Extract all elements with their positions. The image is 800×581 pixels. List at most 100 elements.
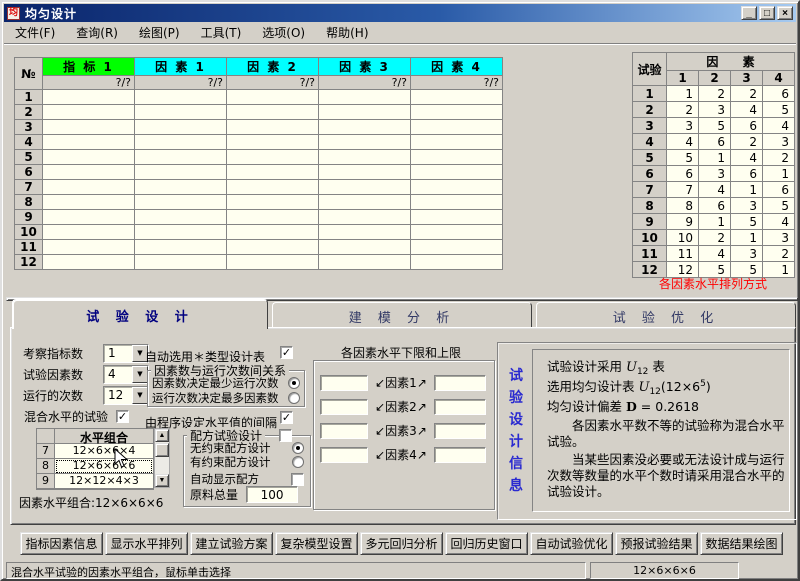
- scroll-down-icon[interactable]: ▼: [155, 474, 169, 487]
- grid-row-header[interactable]: 3: [15, 120, 43, 135]
- grid-cell[interactable]: [319, 225, 411, 240]
- grid-cell[interactable]: [135, 120, 227, 135]
- relation-radio[interactable]: [288, 392, 300, 404]
- level-combination-row[interactable]: 9 12×12×4×3: [37, 474, 153, 489]
- grid-cell[interactable]: [135, 210, 227, 225]
- factor-column-header[interactable]: 因 素 3: [319, 58, 411, 76]
- menu-item[interactable]: 查询(R): [71, 22, 123, 43]
- grid-row-header[interactable]: 1: [15, 90, 43, 105]
- tab-optimization[interactable]: 试 验 优 化: [536, 302, 796, 327]
- grid-row-header[interactable]: 9: [15, 210, 43, 225]
- grid-cell[interactable]: [319, 105, 411, 120]
- indicator-column-header[interactable]: 指 标 1: [43, 58, 135, 76]
- grid-cell[interactable]: [319, 180, 411, 195]
- grid-cell[interactable]: [227, 225, 319, 240]
- grid-cell[interactable]: [227, 165, 319, 180]
- grid-row-header[interactable]: 5: [15, 150, 43, 165]
- level-combination-text[interactable]: 12×6×6×4: [55, 444, 153, 459]
- grid-cell[interactable]: [135, 165, 227, 180]
- grid-row-header[interactable]: 10: [15, 225, 43, 240]
- grid-cell[interactable]: [411, 90, 503, 105]
- grid-cell[interactable]: [227, 195, 319, 210]
- grid-cell[interactable]: [319, 195, 411, 210]
- grid-cell[interactable]: [227, 210, 319, 225]
- grid-cell[interactable]: [319, 135, 411, 150]
- tab-design[interactable]: 试 验 设 计: [12, 299, 268, 329]
- grid-cell[interactable]: [319, 150, 411, 165]
- grid-row-header[interactable]: 2: [15, 105, 43, 120]
- action-button[interactable]: 建立试验方案: [190, 532, 273, 555]
- grid-cell[interactable]: [43, 240, 135, 255]
- factor-upper-bound-input[interactable]: [434, 423, 486, 439]
- value-combobox[interactable]: 4 ▼: [103, 365, 149, 384]
- grid-row-header[interactable]: 11: [15, 240, 43, 255]
- menu-item[interactable]: 文件(F): [10, 22, 60, 43]
- grid-cell[interactable]: [227, 240, 319, 255]
- menu-item[interactable]: 帮助(H): [321, 22, 373, 43]
- grid-cell[interactable]: [135, 90, 227, 105]
- grid-cell[interactable]: [135, 180, 227, 195]
- grid-cell[interactable]: [135, 240, 227, 255]
- factor-column-header[interactable]: 因 素 2: [227, 58, 319, 76]
- action-button[interactable]: 多元回归分析: [360, 532, 443, 555]
- grid-cell[interactable]: [227, 120, 319, 135]
- menu-item[interactable]: 绘图(P): [134, 22, 185, 43]
- formula-radio[interactable]: [292, 442, 304, 454]
- grid-cell[interactable]: [135, 225, 227, 240]
- action-button[interactable]: 自动试验优化: [530, 532, 613, 555]
- grid-cell[interactable]: [227, 135, 319, 150]
- chevron-down-icon[interactable]: ▼: [132, 366, 148, 383]
- grid-cell[interactable]: [227, 90, 319, 105]
- factor-lower-bound-input[interactable]: [320, 423, 368, 439]
- relation-radio[interactable]: [288, 377, 300, 389]
- action-button[interactable]: 显示水平排列: [105, 532, 188, 555]
- grid-cell[interactable]: [411, 240, 503, 255]
- factor-lower-bound-input[interactable]: [320, 399, 368, 415]
- grid-row-header[interactable]: 12: [15, 255, 43, 270]
- grid-cell[interactable]: [43, 105, 135, 120]
- grid-cell[interactable]: [43, 180, 135, 195]
- level-combination-row[interactable]: 8 12×6×6×6: [37, 459, 153, 474]
- level-combination-text[interactable]: 12×6×6×6: [55, 459, 153, 474]
- grid-cell[interactable]: [319, 120, 411, 135]
- factor-lower-bound-input[interactable]: [320, 375, 368, 391]
- formula-radio[interactable]: [292, 456, 304, 468]
- menu-item[interactable]: 选项(O): [257, 22, 310, 43]
- grid-cell[interactable]: [411, 225, 503, 240]
- grid-cell[interactable]: [319, 165, 411, 180]
- chevron-down-icon[interactable]: ▼: [132, 387, 148, 404]
- menu-item[interactable]: 工具(T): [196, 22, 247, 43]
- minimize-button[interactable]: _: [741, 6, 757, 20]
- list-scrollbar[interactable]: ▲ ▼: [154, 428, 170, 488]
- grid-cell[interactable]: [227, 180, 319, 195]
- factor-lower-bound-input[interactable]: [320, 447, 368, 463]
- grid-cell[interactable]: [43, 135, 135, 150]
- grid-cell[interactable]: [411, 135, 503, 150]
- grid-cell[interactable]: [43, 150, 135, 165]
- grid-cell[interactable]: [411, 195, 503, 210]
- grid-cell[interactable]: [135, 105, 227, 120]
- close-button[interactable]: ×: [777, 6, 793, 20]
- action-button[interactable]: 指标因素信息: [20, 532, 103, 555]
- grid-cell[interactable]: [43, 120, 135, 135]
- grid-cell[interactable]: [43, 165, 135, 180]
- total-amount-input[interactable]: [246, 486, 298, 503]
- grid-cell[interactable]: [135, 150, 227, 165]
- factor-upper-bound-input[interactable]: [434, 447, 486, 463]
- value-combobox[interactable]: 12 ▼: [103, 386, 149, 405]
- grid-row-header[interactable]: 7: [15, 180, 43, 195]
- grid-cell[interactable]: [43, 225, 135, 240]
- action-button[interactable]: 数据结果绘图: [700, 532, 783, 555]
- scrollbar-thumb[interactable]: [155, 443, 169, 457]
- grid-cell[interactable]: [43, 195, 135, 210]
- grid-cell[interactable]: [319, 210, 411, 225]
- grid-cell[interactable]: [319, 90, 411, 105]
- auto-show-formula-checkbox[interactable]: [291, 473, 304, 486]
- level-combination-row[interactable]: 7 12×6×6×4: [37, 444, 153, 459]
- grid-cell[interactable]: [227, 255, 319, 270]
- action-button[interactable]: 复杂模型设置: [275, 532, 358, 555]
- grid-cell[interactable]: [135, 195, 227, 210]
- grid-cell[interactable]: [135, 255, 227, 270]
- grid-cell[interactable]: [135, 135, 227, 150]
- grid-row-header[interactable]: 6: [15, 165, 43, 180]
